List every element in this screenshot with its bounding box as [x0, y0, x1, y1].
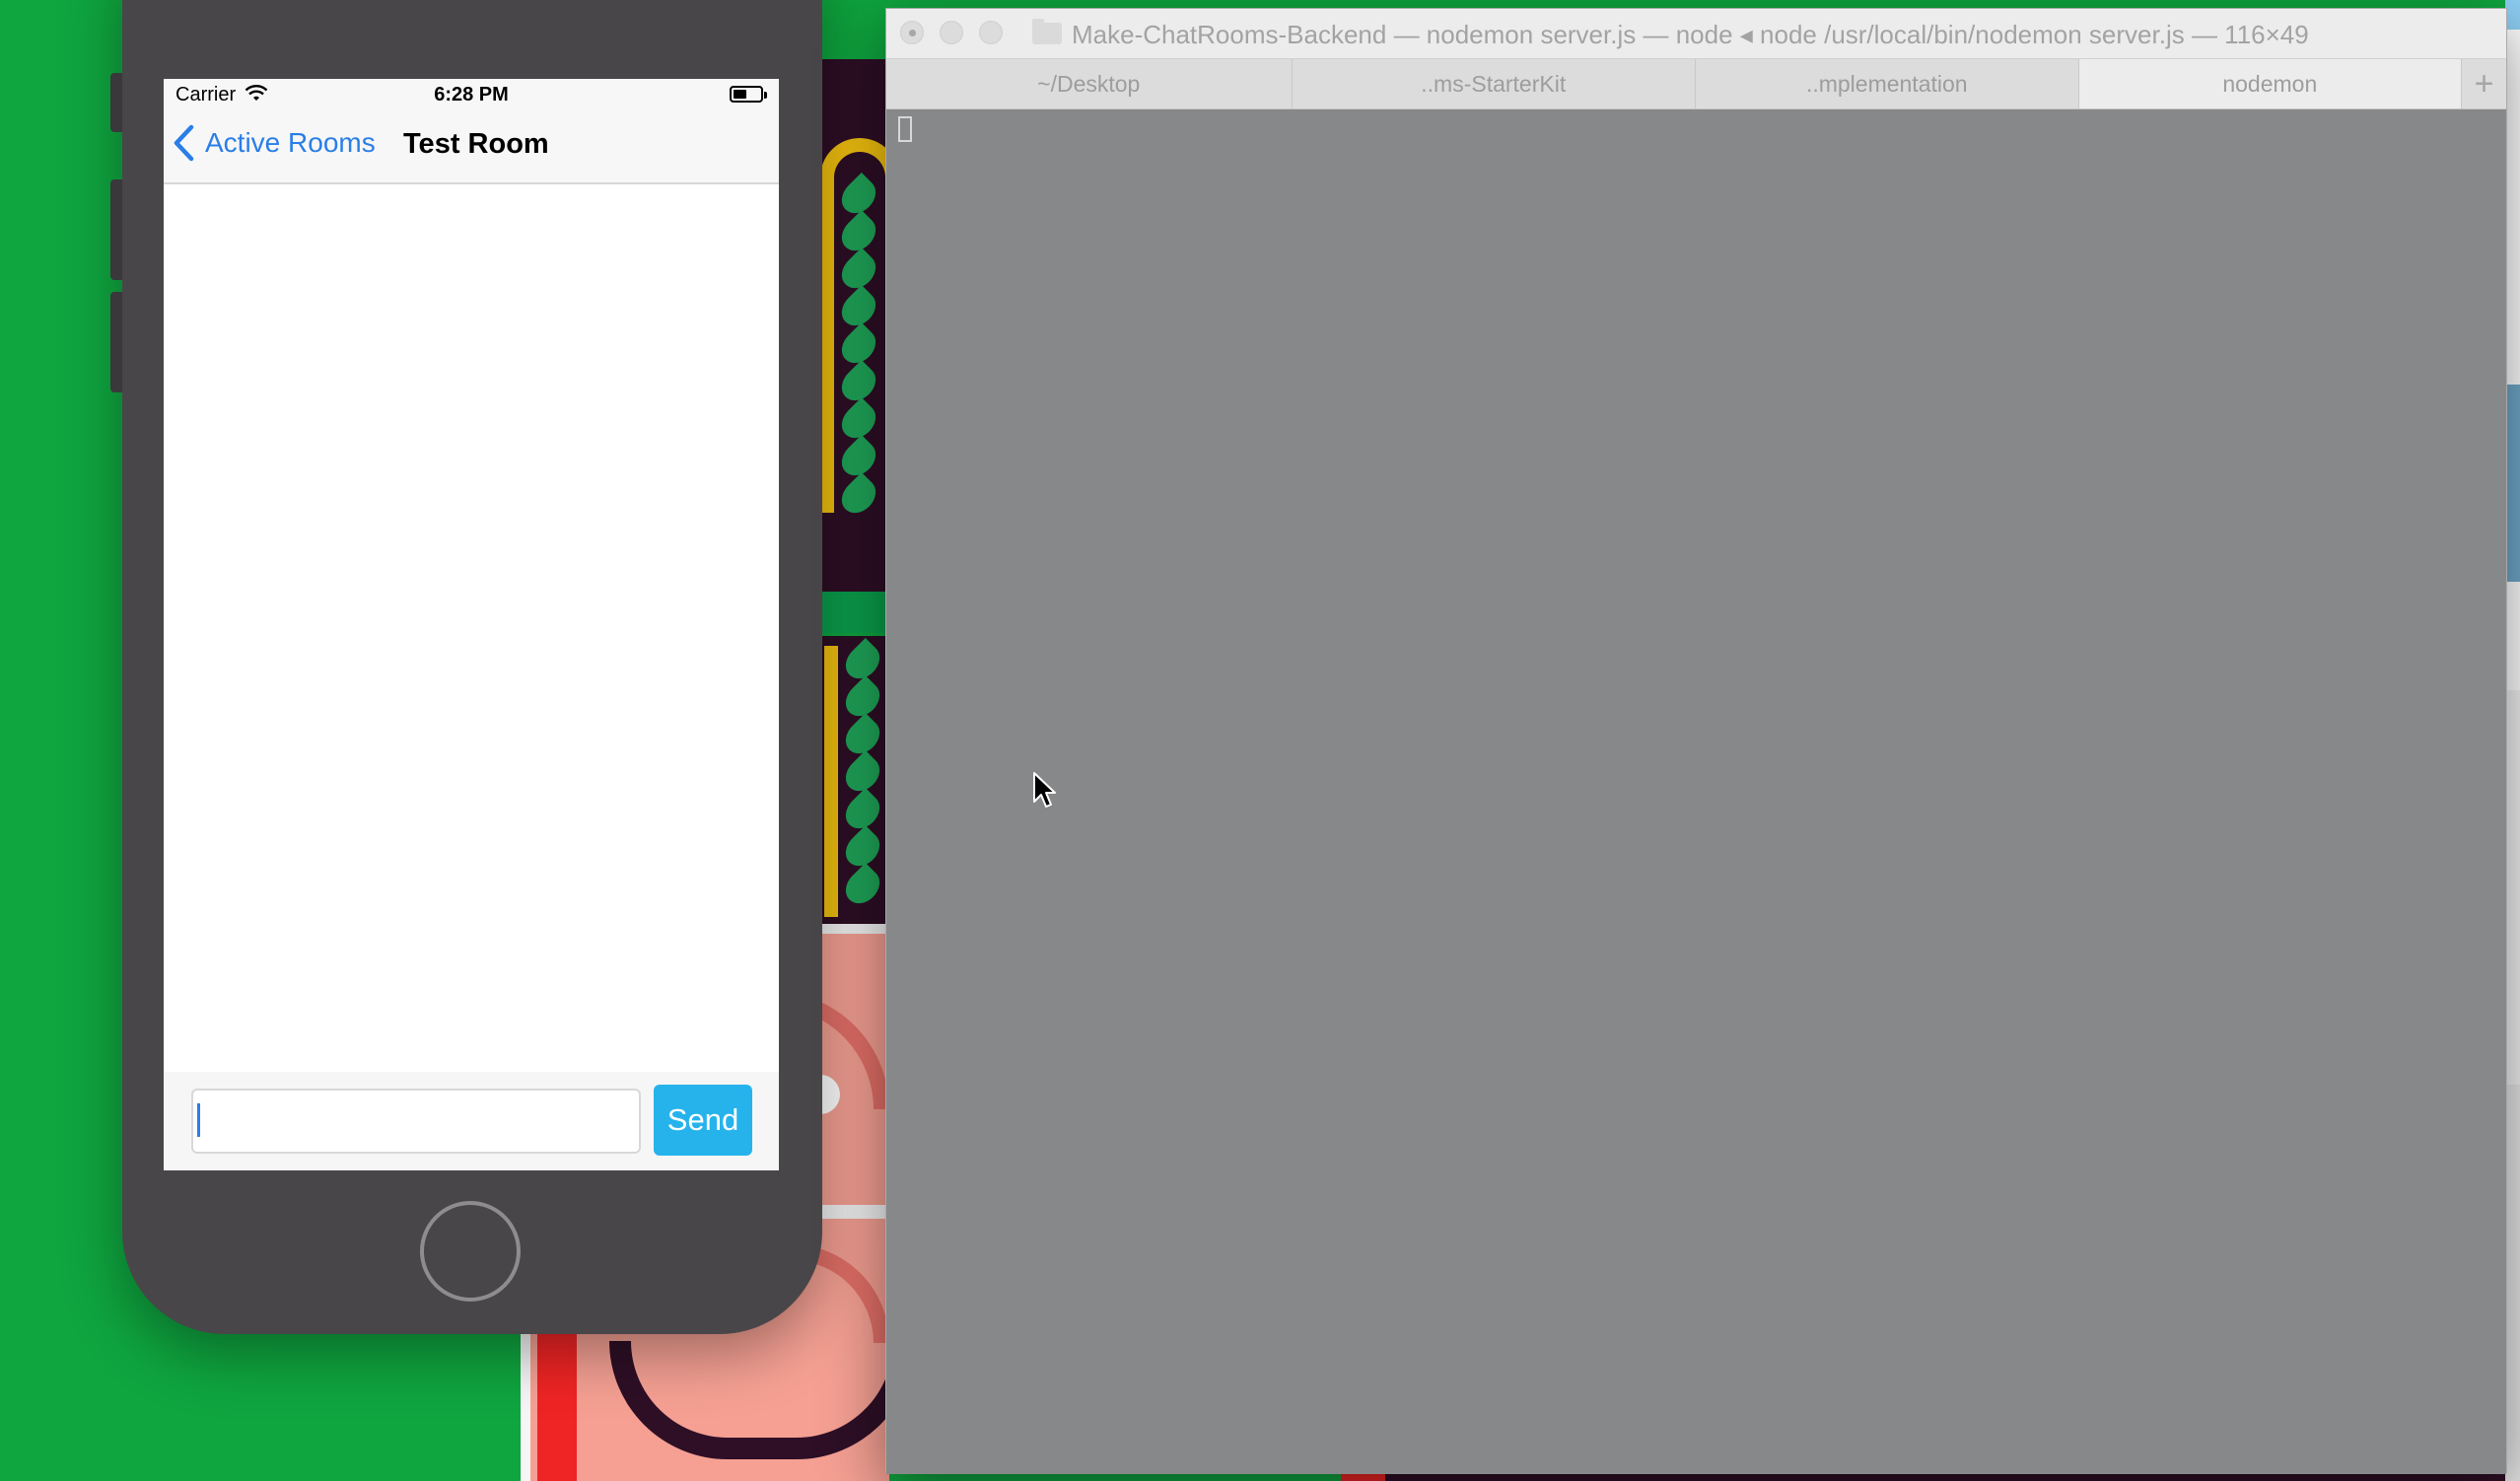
- simulator-screen: Carrier 6:28 PM Active Rooms Test Room S…: [164, 79, 779, 1170]
- message-input[interactable]: [191, 1089, 641, 1154]
- terminal-cursor: [898, 116, 912, 142]
- folder-tab-shape: [1032, 19, 1044, 25]
- battery-terminal: [764, 92, 767, 99]
- wallpaper-panel: [820, 592, 889, 633]
- text-caret: [197, 1103, 200, 1137]
- tab-starterkit[interactable]: ..ms-StarterKit: [1293, 59, 1696, 108]
- page-title: Test Room: [403, 128, 549, 160]
- background-window-edge: [2505, 30, 2520, 385]
- wallpaper-panel: [1341, 1473, 1385, 1481]
- status-time: 6:28 PM: [434, 84, 509, 106]
- tab-label: nodemon: [2222, 70, 2318, 97]
- battery-icon: [730, 86, 767, 103]
- background-window-edge: [2505, 385, 2520, 582]
- background-window-edge: [2505, 0, 2520, 30]
- back-button[interactable]: Active Rooms: [172, 120, 376, 166]
- background-window-edge: [2505, 690, 2520, 1085]
- mute-switch: [110, 73, 122, 132]
- back-button-label: Active Rooms: [205, 127, 376, 158]
- status-bar: Carrier 6:28 PM: [164, 79, 779, 108]
- tab-implementation[interactable]: ..mplementation: [1696, 59, 2079, 108]
- wallpaper-decoration: [824, 646, 838, 917]
- background-window-edge: [2505, 582, 2520, 690]
- volume-up-button: [110, 179, 122, 280]
- wallpaper-panel: [537, 1331, 577, 1481]
- wallpaper-panel: [820, 1205, 889, 1219]
- mouse-pointer-icon: [1033, 772, 1056, 808]
- terminal-output[interactable]: [886, 110, 2506, 1474]
- background-window-edge: [2505, 1085, 2520, 1481]
- title-bar[interactable]: Make-ChatRooms-Backend — nodemon server.…: [886, 9, 2506, 58]
- new-tab-button[interactable]: +: [2462, 59, 2506, 108]
- message-composer: Send: [164, 1072, 779, 1170]
- tab-desktop[interactable]: ~/Desktop: [886, 59, 1293, 108]
- wallpaper-panel: [1385, 1473, 2505, 1481]
- send-button[interactable]: Send: [654, 1085, 752, 1156]
- volume-down-button: [110, 292, 122, 392]
- tab-label: ..mplementation: [1805, 70, 1968, 97]
- battery-level: [734, 90, 746, 99]
- navigation-bar: Active Rooms Test Room: [164, 108, 779, 184]
- messages-list[interactable]: [164, 186, 779, 1074]
- tab-label: ~/Desktop: [1037, 70, 1141, 97]
- window-title: Make-ChatRooms-Backend — nodemon server.…: [1072, 20, 2309, 49]
- minimize-window-button[interactable]: [940, 21, 963, 44]
- folder-icon: [1032, 19, 1062, 44]
- tab-nodemon[interactable]: nodemon: [2078, 59, 2463, 108]
- close-window-button[interactable]: [900, 21, 924, 44]
- wallpaper-panel: [820, 924, 889, 934]
- chevron-left-icon: [174, 124, 194, 162]
- tab-label: ..ms-StarterKit: [1421, 70, 1567, 97]
- zoom-window-button[interactable]: [979, 21, 1003, 44]
- close-icon: [909, 30, 916, 36]
- terminal-window: Make-ChatRooms-Backend — nodemon server.…: [885, 8, 2507, 1474]
- home-button[interactable]: [420, 1201, 521, 1302]
- tab-bar: ~/Desktop ..ms-StarterKit ..mplementatio…: [886, 58, 2506, 109]
